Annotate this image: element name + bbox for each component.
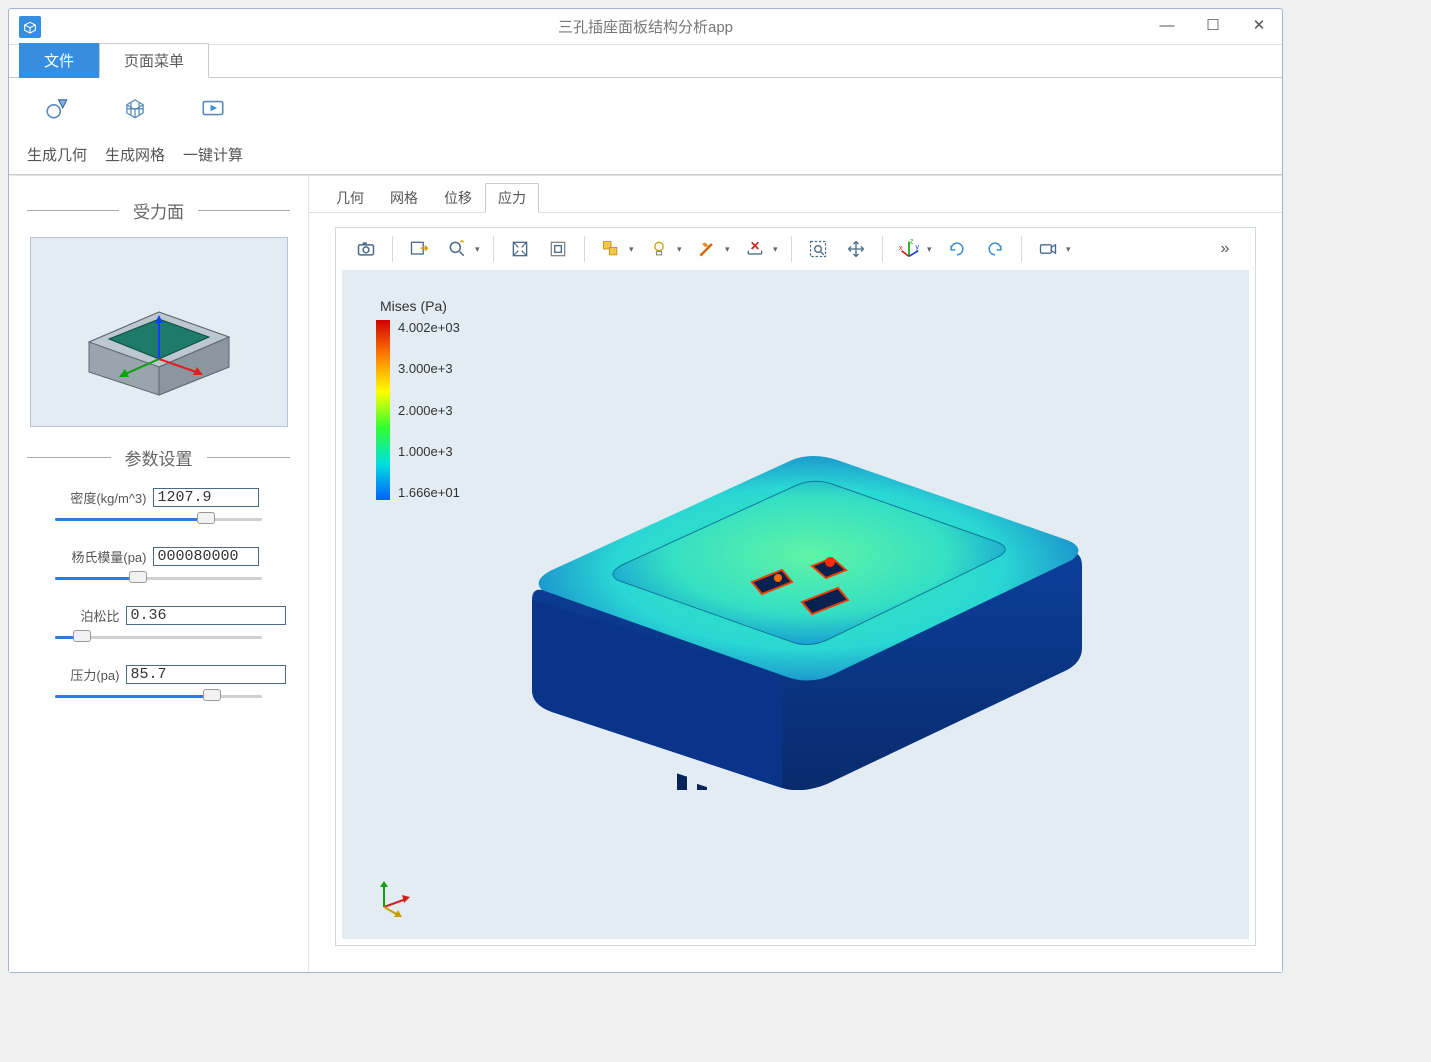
legend-tick: 1.666e+01 (398, 485, 460, 500)
axis-gizmo (372, 877, 412, 917)
title-bar: 三孔插座面板结构分析app — ☐ ✕ (9, 9, 1282, 45)
tab-stress[interactable]: 应力 (485, 183, 539, 213)
section-title: 参数设置 (111, 445, 207, 470)
param-label: 杨氏模量(pa) (59, 547, 147, 566)
transparency-icon[interactable] (691, 233, 723, 265)
poisson-slider[interactable] (55, 629, 262, 647)
sidebar: 受力面 (9, 176, 309, 972)
stress-model (482, 370, 1122, 790)
more-icon[interactable]: » (1209, 233, 1241, 265)
main-area: 受力面 (9, 175, 1282, 972)
tab-geometry[interactable]: 几何 (323, 183, 377, 213)
param-label: 密度(kg/m^3) (59, 488, 147, 507)
zoom-extents-icon[interactable] (504, 233, 536, 265)
zoom-select-icon[interactable] (802, 233, 834, 265)
maximize-button[interactable]: ☐ (1190, 9, 1236, 41)
color-legend: Mises (Pa) 4.002e+03 3.000e+3 2.000e+3 1… (376, 298, 460, 500)
rotate-cw-icon[interactable] (941, 233, 973, 265)
tab-page-menu[interactable]: 页面菜单 (99, 43, 209, 78)
preview-viewport[interactable] (30, 237, 288, 427)
window-controls: — ☐ ✕ (1144, 9, 1282, 41)
dropdown-icon[interactable]: ▾ (629, 244, 637, 255)
legend-title: Mises (Pa) (380, 298, 460, 314)
svg-text:x: x (899, 243, 903, 252)
preview-model (69, 267, 249, 397)
generate-geometry-button[interactable]: 生成几何 (21, 84, 93, 170)
param-row-poisson: 泊松比 (27, 606, 290, 625)
tab-displacement[interactable]: 位移 (431, 183, 485, 213)
youngs-modulus-input[interactable] (153, 547, 259, 566)
legend-tick: 1.000e+3 (398, 444, 460, 459)
ribbon-label: 一键计算 (183, 144, 243, 165)
param-row-youngs-modulus: 杨氏模量(pa) (27, 547, 290, 566)
content-area: 几何 网格 位移 应力 ▾ ▾ (309, 176, 1282, 972)
export-image-icon[interactable] (403, 233, 435, 265)
axis-icon[interactable]: zy x (893, 233, 925, 265)
close-button[interactable]: ✕ (1236, 9, 1282, 41)
light-icon[interactable] (643, 233, 675, 265)
ribbon-group: 生成几何 生成网格 一键计算 (21, 84, 249, 170)
poisson-input[interactable] (126, 606, 286, 625)
youngs-modulus-slider[interactable] (55, 570, 262, 588)
section-title: 受力面 (119, 198, 198, 223)
geometry-icon (43, 94, 71, 122)
generate-mesh-button[interactable]: 生成网格 (99, 84, 171, 170)
tab-mesh[interactable]: 网格 (377, 183, 431, 213)
dropdown-icon[interactable]: ▾ (677, 244, 685, 255)
ribbon-label: 生成网格 (105, 144, 165, 165)
window-title: 三孔插座面板结构分析app (558, 16, 733, 37)
param-row-density: 密度(kg/m^3) (27, 488, 290, 507)
rotate-ccw-icon[interactable] (979, 233, 1011, 265)
dropdown-icon[interactable]: ▾ (475, 244, 483, 255)
dropdown-icon[interactable]: ▾ (927, 244, 935, 255)
legend-ticks: 4.002e+03 3.000e+3 2.000e+3 1.000e+3 1.6… (398, 320, 460, 500)
legend-tick: 4.002e+03 (398, 320, 460, 335)
param-row-pressure: 压力(pa) (27, 665, 290, 684)
ribbon-label: 生成几何 (27, 144, 87, 165)
dropdown-icon[interactable]: ▾ (773, 244, 781, 255)
zoom-box-icon[interactable] (542, 233, 574, 265)
section-header-load-surface: 受力面 (27, 198, 290, 223)
pressure-input[interactable] (126, 665, 286, 684)
video-icon[interactable] (1032, 233, 1064, 265)
svg-text:y: y (915, 242, 919, 251)
view-tabs: 几何 网格 位移 应力 (309, 176, 1282, 213)
zoom-icon[interactable] (441, 233, 473, 265)
menu-tabs: 文件 页面菜单 (9, 45, 1282, 77)
param-label: 泊松比 (32, 606, 120, 625)
dropdown-icon[interactable]: ▾ (725, 244, 733, 255)
density-slider[interactable] (55, 511, 262, 529)
compute-button[interactable]: 一键计算 (177, 84, 249, 170)
legend-colorbar (376, 320, 390, 500)
svg-text:z: z (910, 238, 914, 246)
minimize-button[interactable]: — (1144, 9, 1190, 41)
app-window: 三孔插座面板结构分析app — ☐ ✕ 文件 页面菜单 生成几何 生成网格 (8, 8, 1283, 973)
pressure-slider[interactable] (55, 688, 262, 706)
legend-tick: 2.000e+3 (398, 403, 460, 418)
legend-tick: 3.000e+3 (398, 361, 460, 376)
camera-icon[interactable] (350, 233, 382, 265)
param-label: 压力(pa) (32, 665, 120, 684)
ruler-icon[interactable] (739, 233, 771, 265)
view-toolbar: ▾ ▾ ▾ ▾ ▾ zy x (336, 228, 1255, 270)
app-icon (19, 16, 41, 38)
pan-icon[interactable] (840, 233, 872, 265)
result-view: ▾ ▾ ▾ ▾ ▾ zy x (335, 227, 1256, 946)
compute-icon (199, 94, 227, 122)
mesh-icon (121, 94, 149, 122)
section-header-params: 参数设置 (27, 445, 290, 470)
tab-file[interactable]: 文件 (19, 43, 99, 78)
select-icon[interactable] (595, 233, 627, 265)
density-input[interactable] (153, 488, 259, 507)
ribbon: 生成几何 生成网格 一键计算 (9, 77, 1282, 175)
dropdown-icon[interactable]: ▾ (1066, 244, 1074, 255)
graphics-canvas[interactable]: Mises (Pa) 4.002e+03 3.000e+3 2.000e+3 1… (342, 270, 1249, 939)
